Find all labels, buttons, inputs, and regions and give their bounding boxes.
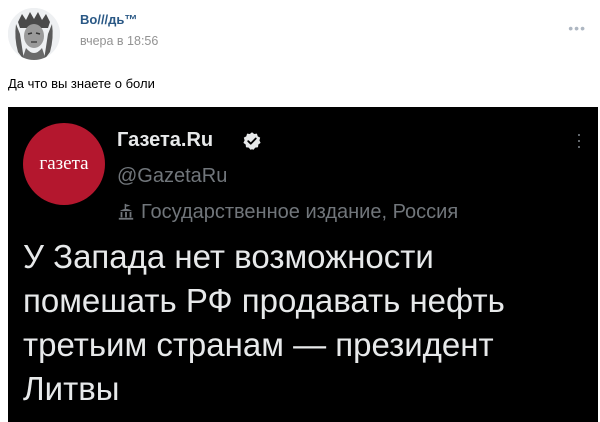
post-text: Да что вы знаете о боли [8,76,155,91]
more-horizontal-icon[interactable]: ••• [568,20,586,36]
tweet-screenshot: газета Газета.Ru @GazetaRu · · · Государст… [8,107,598,422]
post-header: Во///дь™ вчера в 18:56 ••• [0,0,600,70]
logo-text: газета [39,153,89,174]
more-vertical-icon: · · · [576,124,582,156]
avatar-portrait-icon [8,8,60,60]
tweet-text: У Запада нет возможности помешать РФ про… [23,238,505,407]
author-avatar[interactable] [8,8,60,60]
author-name[interactable]: Во///дь™ [80,12,137,27]
government-label: Государственное издание, Россия [117,199,458,225]
government-label-text: Государственное издание, Россия [141,200,459,223]
verified-badge-icon [243,132,261,150]
tweet-handle: @GazetaRu [117,165,228,187]
gazeta-logo: газета [23,123,105,205]
government-building-icon [118,203,134,220]
post-time[interactable]: вчера в 18:56 [80,34,158,48]
tweet-author-name: Газета.Ru [117,129,214,151]
